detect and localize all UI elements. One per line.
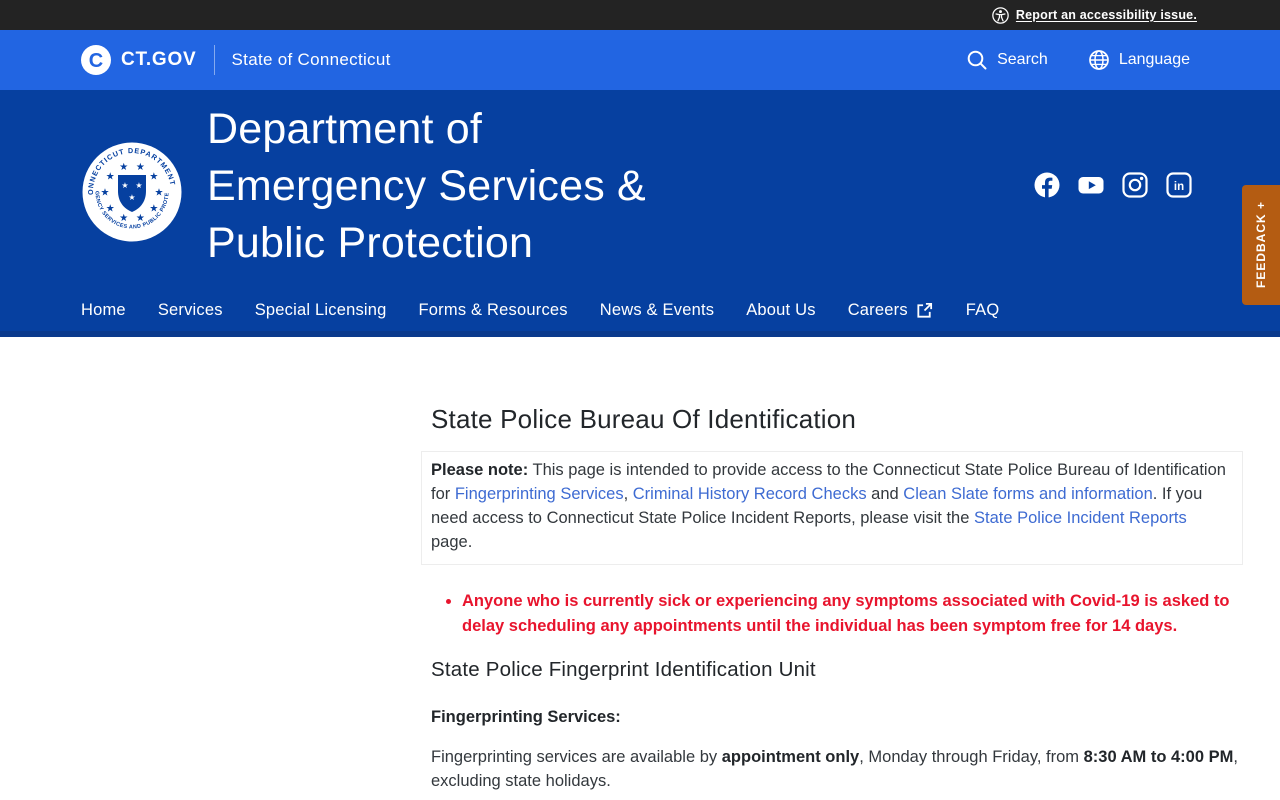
feedback-label: FEEDBACK + (1254, 201, 1268, 288)
nav-item-faq[interactable]: FAQ (966, 301, 1000, 320)
svg-text:★: ★ (155, 188, 164, 199)
svg-text:★: ★ (119, 162, 128, 173)
svg-text:★: ★ (106, 203, 115, 214)
language-button[interactable]: Language (1088, 49, 1190, 71)
utility-actions: Search Language (966, 49, 1190, 71)
ctgov-logo-icon: C (81, 45, 111, 75)
accessibility-icon (992, 7, 1009, 24)
svg-text:in: in (1174, 181, 1184, 193)
appointment-paragraph: Fingerprinting services are available by… (431, 745, 1241, 793)
language-label: Language (1119, 51, 1190, 69)
criminal-history-record-checks-link[interactable]: Criminal History Record Checks (633, 485, 867, 503)
linkedin-icon[interactable]: in (1166, 172, 1192, 198)
youtube-icon[interactable] (1078, 172, 1104, 198)
section-heading: State Police Fingerprint Identification … (431, 658, 1241, 682)
svg-text:★: ★ (101, 188, 110, 199)
svg-text:★: ★ (136, 213, 145, 224)
department-title: Department of Emergency Services & Publi… (207, 101, 646, 272)
external-link-icon (915, 301, 934, 320)
nav-item-special-licensing[interactable]: Special Licensing (255, 301, 387, 320)
svg-text:C: C (89, 50, 103, 72)
feedback-tab[interactable]: FEEDBACK + (1242, 185, 1280, 305)
globe-icon (1088, 49, 1110, 71)
clean-slate-link[interactable]: Clean Slate forms and information (903, 485, 1152, 503)
department-header: CONNECTICUT DEPARTMENT OF EMERGENCY SERV… (0, 90, 1280, 337)
search-button[interactable]: Search (966, 49, 1048, 71)
nav-item-services[interactable]: Services (158, 301, 223, 320)
note-label: Please note: (431, 461, 528, 479)
search-icon (966, 49, 988, 71)
primary-nav: Home Services Special Licensing Forms & … (81, 301, 999, 320)
instagram-icon[interactable] (1122, 172, 1148, 198)
social-links: in (1034, 172, 1192, 198)
nav-item-about-us[interactable]: About Us (746, 301, 815, 320)
incident-reports-link[interactable]: State Police Incident Reports (974, 509, 1187, 527)
page-title: State Police Bureau Of Identification (431, 404, 1241, 435)
covid-alert-item: Anyone who is currently sick or experien… (462, 589, 1241, 638)
svg-text:★: ★ (128, 193, 135, 202)
svg-text:★: ★ (149, 172, 158, 183)
svg-text:★: ★ (135, 181, 142, 190)
site-branding[interactable]: C CT.GOV State of Connecticut (81, 45, 391, 75)
nav-item-home[interactable]: Home (81, 301, 126, 320)
department-seal: CONNECTICUT DEPARTMENT OF EMERGENCY SERV… (82, 142, 182, 242)
note-box: Please note: This page is intended to pr… (421, 451, 1243, 565)
page: Report an accessibility issue. C CT.GOV … (0, 0, 1280, 800)
accessibility-bar: Report an accessibility issue. (0, 0, 1280, 30)
svg-text:★: ★ (149, 203, 158, 214)
main-content: State Police Bureau Of Identification Pl… (431, 343, 1241, 800)
svg-text:★: ★ (106, 172, 115, 183)
divider (214, 45, 215, 75)
search-label: Search (997, 51, 1048, 69)
nav-item-news-events[interactable]: News & Events (600, 301, 714, 320)
nav-item-careers[interactable]: Careers (848, 301, 934, 320)
report-accessibility-label: Report an accessibility issue. (1016, 8, 1197, 22)
svg-text:★: ★ (119, 213, 128, 224)
ctgov-logo-text: CT.GOV (121, 49, 197, 71)
covid-alert-list: Anyone who is currently sick or experien… (431, 589, 1241, 638)
report-accessibility-link[interactable]: Report an accessibility issue. (992, 7, 1197, 24)
nav-item-forms-resources[interactable]: Forms & Resources (419, 301, 568, 320)
site-name: State of Connecticut (232, 50, 391, 70)
facebook-icon[interactable] (1034, 172, 1060, 198)
svg-text:★: ★ (121, 181, 128, 190)
fingerprinting-services-link[interactable]: Fingerprinting Services (455, 485, 624, 503)
svg-text:★: ★ (136, 162, 145, 173)
fingerprinting-services-label: Fingerprinting Services: (431, 708, 1241, 727)
utility-bar: C CT.GOV State of Connecticut Search (0, 30, 1280, 90)
